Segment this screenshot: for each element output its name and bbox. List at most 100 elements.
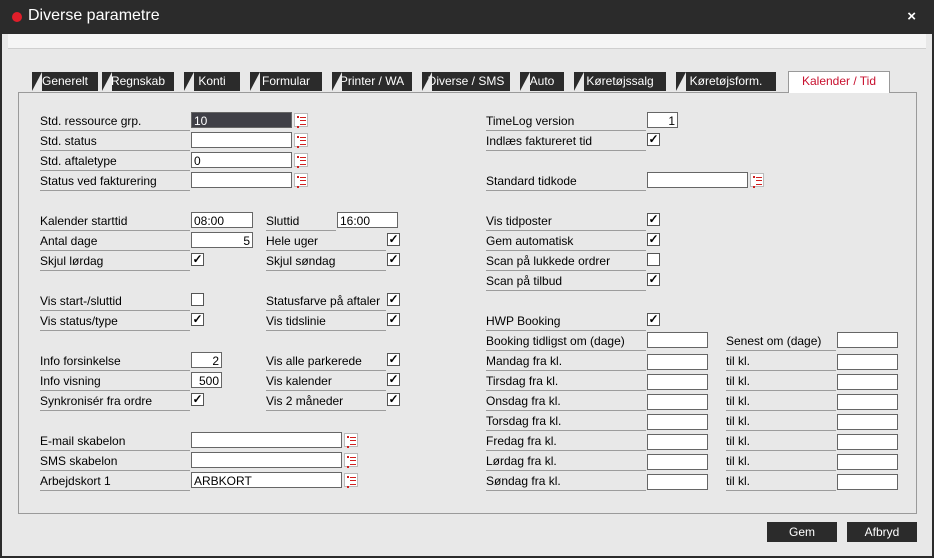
kalender-starttid-field[interactable]: 08:00 [191, 212, 253, 228]
scan-tilbud-label: Scan på tilbud [486, 272, 646, 291]
info-visning-label: Info visning [40, 372, 190, 391]
sluttid-field[interactable]: 16:00 [337, 212, 398, 228]
day-3-to-field[interactable] [837, 394, 898, 410]
standard-tidkode-lookup-icon[interactable] [750, 173, 764, 188]
senest-om-field[interactable] [837, 332, 898, 348]
booking-tidligst-field[interactable] [647, 332, 708, 348]
sms-skabelon-lookup-icon[interactable] [344, 453, 358, 468]
info-visning-field[interactable]: 500 [191, 372, 222, 388]
std-status-field[interactable] [191, 132, 292, 148]
gem-automatisk-checkbox[interactable]: ✓ [647, 233, 660, 246]
vis-tidslinie-label: Vis tidslinie [266, 312, 386, 331]
std-aftaletype-lookup-icon[interactable] [294, 153, 308, 168]
sluttid-label: Sluttid [266, 212, 336, 231]
info-forsinkelse-label: Info forsinkelse [40, 352, 190, 371]
antal-dage-field[interactable]: 5 [191, 232, 253, 248]
status-ved-fakturering-lookup-icon[interactable] [294, 173, 308, 188]
close-icon[interactable]: × [907, 8, 916, 25]
tab-corner [676, 72, 686, 91]
scan-tilbud-checkbox[interactable]: ✓ [647, 273, 660, 286]
std-ressource-grp-lookup-icon[interactable] [294, 113, 308, 128]
day-2-from-field[interactable] [647, 374, 708, 390]
email-skabelon-lookup-icon[interactable] [344, 433, 358, 448]
synkroniser-fra-ordre-checkbox[interactable]: ✓ [191, 393, 204, 406]
vis-tidposter-checkbox[interactable]: ✓ [647, 213, 660, 226]
window-title: Diverse parametre [28, 7, 160, 24]
day-5-til-kl-label: til kl. [726, 432, 836, 451]
arbejdskort-1-field[interactable]: ARBKORT [191, 472, 342, 488]
vis-alle-parkerede-checkbox[interactable]: ✓ [387, 353, 400, 366]
tab-køretøjssalg[interactable]: Køretøjssalg [574, 72, 666, 91]
day-2-til-kl-label: til kl. [726, 372, 836, 391]
day-5-from-field[interactable] [647, 434, 708, 450]
day-1-to-field[interactable] [837, 354, 898, 370]
day-7-label: Søndag fra kl. [486, 472, 646, 491]
skjul-sondag-checkbox[interactable]: ✓ [387, 253, 400, 266]
sms-skabelon-field[interactable] [191, 452, 342, 468]
std-status-label: Std. status [40, 132, 190, 151]
window-border-left [0, 34, 2, 558]
tab-regnskab[interactable]: Regnskab [102, 72, 174, 91]
statusfarve-pa-aftaler-checkbox[interactable]: ✓ [387, 293, 400, 306]
day-2-to-field[interactable] [837, 374, 898, 390]
day-3-label: Onsdag fra kl. [486, 392, 646, 411]
arbejdskort-1-lookup-icon[interactable] [344, 473, 358, 488]
day-3-til-kl-label: til kl. [726, 392, 836, 411]
standard-tidkode-field[interactable] [647, 172, 748, 188]
tab-corner [32, 72, 42, 91]
statusfarve-pa-aftaler-label: Statusfarve på aftaler [266, 292, 386, 311]
timelog-version-field[interactable]: 1 [647, 112, 678, 128]
tab-formular[interactable]: Formular [250, 72, 322, 91]
vis-2-maneder-checkbox[interactable]: ✓ [387, 393, 400, 406]
day-1-from-field[interactable] [647, 354, 708, 370]
std-aftaletype-field[interactable]: 0 [191, 152, 292, 168]
vis-alle-parkerede-label: Vis alle parkerede [266, 352, 386, 371]
vis-start-sluttid-checkbox[interactable] [191, 293, 204, 306]
vis-status-type-label: Vis status/type [40, 312, 190, 331]
hele-uger-checkbox[interactable]: ✓ [387, 233, 400, 246]
std-ressource-grp-label: Std. ressource grp. [40, 112, 190, 131]
tab-corner [422, 72, 432, 91]
skjul-lordag-checkbox[interactable]: ✓ [191, 253, 204, 266]
day-7-to-field[interactable] [837, 474, 898, 490]
scan-lukkede-ordrer-checkbox[interactable] [647, 253, 660, 266]
vis-status-type-checkbox[interactable]: ✓ [191, 313, 204, 326]
day-4-from-field[interactable] [647, 414, 708, 430]
dialog-header-strip [8, 34, 926, 49]
day-6-from-field[interactable] [647, 454, 708, 470]
tab-corner [520, 72, 530, 91]
email-skabelon-field[interactable] [191, 432, 342, 448]
std-ressource-grp-field[interactable]: 10 [191, 112, 292, 128]
tab-diverse-sms[interactable]: Diverse / SMS [422, 72, 510, 91]
vis-tidslinie-checkbox[interactable]: ✓ [387, 313, 400, 326]
day-7-til-kl-label: til kl. [726, 472, 836, 491]
day-5-label: Fredag fra kl. [486, 432, 646, 451]
cancel-button[interactable]: Afbryd [847, 522, 917, 542]
tab-køretøjsform[interactable]: Køretøjsform. [676, 72, 776, 91]
day-3-from-field[interactable] [647, 394, 708, 410]
day-6-to-field[interactable] [837, 454, 898, 470]
day-1-label: Mandag fra kl. [486, 352, 646, 371]
save-button[interactable]: Gem [767, 522, 837, 542]
info-forsinkelse-field[interactable]: 2 [191, 352, 222, 368]
tab-kalender-tid[interactable]: Kalender / Tid [788, 71, 890, 93]
tab-corner [574, 72, 584, 91]
indlaes-faktureret-tid-checkbox[interactable]: ✓ [647, 133, 660, 146]
synkroniser-fra-ordre-label: Synkronisér fra ordre [40, 392, 190, 411]
arbejdskort-1-label: Arbejdskort 1 [40, 472, 190, 491]
hwp-booking-label: HWP Booking [486, 312, 646, 331]
tab-corner [250, 72, 260, 91]
booking-tidligst-label: Booking tidligst om (dage) [486, 332, 646, 351]
std-aftaletype-label: Std. aftaletype [40, 152, 190, 171]
std-status-lookup-icon[interactable] [294, 133, 308, 148]
day-5-to-field[interactable] [837, 434, 898, 450]
vis-kalender-checkbox[interactable]: ✓ [387, 373, 400, 386]
day-7-from-field[interactable] [647, 474, 708, 490]
day-4-to-field[interactable] [837, 414, 898, 430]
scan-lukkede-ordrer-label: Scan på lukkede ordrer [486, 252, 646, 271]
tab-printer-wa[interactable]: Printer / WA [332, 72, 412, 91]
indlaes-faktureret-tid-label: Indlæs faktureret tid [486, 132, 646, 151]
tab-corner [184, 72, 194, 91]
hwp-booking-checkbox[interactable]: ✓ [647, 313, 660, 326]
status-ved-fakturering-field[interactable] [191, 172, 292, 188]
